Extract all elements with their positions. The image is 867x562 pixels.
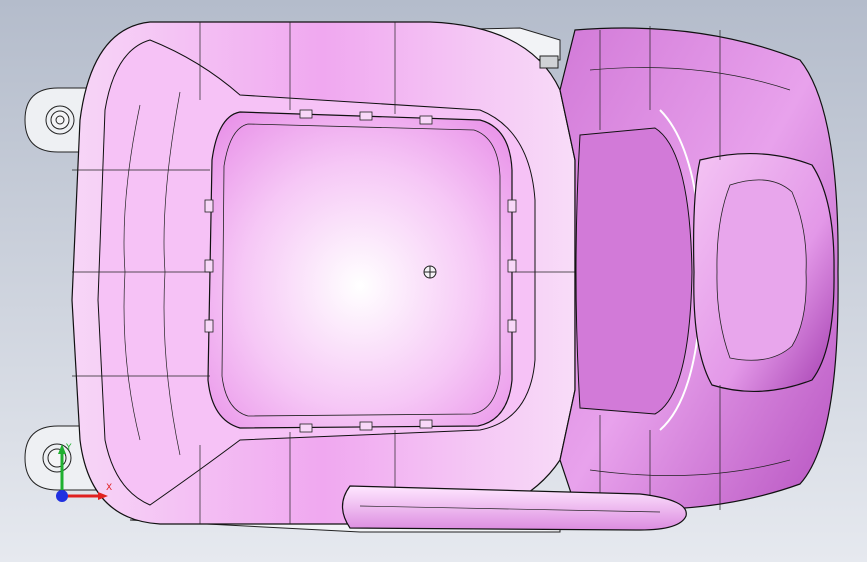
headrest-inner	[716, 179, 807, 361]
latch-tab	[539, 55, 559, 69]
seat-panel[interactable]	[207, 111, 513, 429]
seatback-panel	[575, 127, 693, 415]
y-axis-label: Y	[65, 443, 72, 453]
cad-viewport[interactable]: Y X	[0, 0, 867, 562]
coordinate-triad: Y X	[56, 443, 112, 502]
origin-marker-icon	[423, 265, 437, 279]
seat-model[interactable]	[0, 0, 867, 562]
z-axis-icon	[56, 490, 68, 502]
x-axis-label: X	[106, 483, 112, 493]
